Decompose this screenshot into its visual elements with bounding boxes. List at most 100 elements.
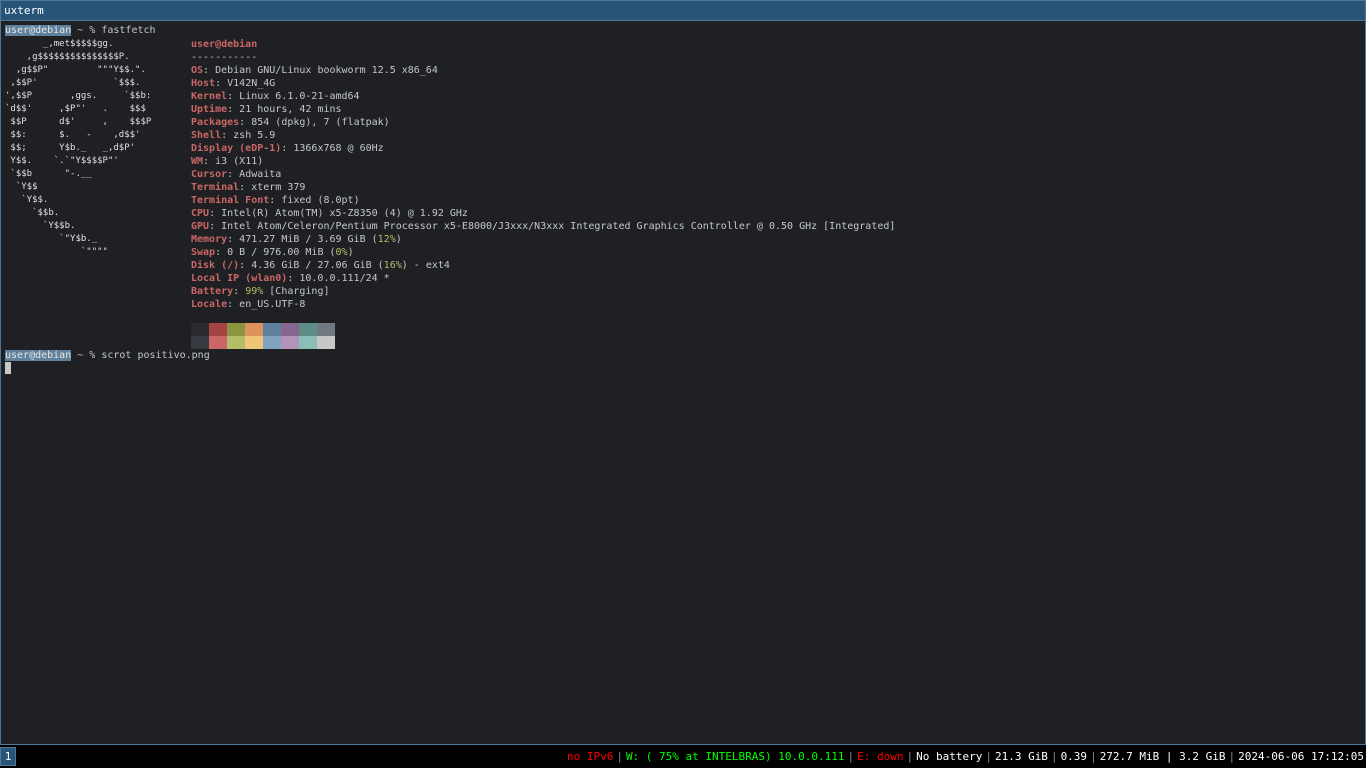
fastfetch-row: Host: V142N_4G <box>191 78 276 89</box>
status-blocks: no IPv6 | W: ( 75% at INTELBRAS) 10.0.0.11… <box>567 745 1364 768</box>
fastfetch-value: i3 (X11) <box>215 156 264 167</box>
fastfetch-row: OS: Debian GNU/Linux bookworm 12.5 x86_6… <box>191 65 438 76</box>
fastfetch-row: Kernel: Linux 6.1.0-21-amd64 <box>191 91 360 102</box>
workspace-button[interactable]: 1 <box>0 747 16 766</box>
prompt-line-1: user@debian ~ % fastfetch <box>5 24 156 37</box>
status-block: No battery <box>916 750 983 763</box>
command-text: fastfetch <box>101 25 156 36</box>
palette-swatch <box>191 323 209 336</box>
status-separator: | <box>1090 750 1097 763</box>
fastfetch-key: Cursor <box>191 169 228 180</box>
status-separator: | <box>1228 750 1236 763</box>
palette-swatch <box>263 323 281 336</box>
status-block: E: down <box>857 750 904 763</box>
palette-row-bright <box>191 336 335 349</box>
fastfetch-value: ) - ext4 <box>401 260 450 271</box>
fastfetch-value: [Charging] <box>263 286 330 297</box>
fastfetch-key: OS <box>191 65 204 76</box>
fastfetch-key: Disk (/) <box>191 260 240 271</box>
fastfetch-value-percent: 16% <box>383 260 402 271</box>
fastfetch-row: Memory: 471.27 MiB / 3.69 GiB (12%) <box>191 234 402 245</box>
fastfetch-row: Swap: 0 B / 976.00 MiB (0%) <box>191 247 354 258</box>
palette-swatch <box>281 336 299 349</box>
fastfetch-value: V142N_4G <box>227 78 276 89</box>
palette-swatch <box>227 336 245 349</box>
palette-swatch <box>299 323 317 336</box>
status-block: 0.39 <box>1060 750 1088 763</box>
fastfetch-row: CPU: Intel(R) Atom(TM) x5-Z8350 (4) @ 1.… <box>191 208 468 219</box>
terminal-cursor <box>5 362 11 374</box>
fastfetch-row: Terminal Font: fixed (8.0pt) <box>191 195 360 206</box>
status-block: W: ( 75% at INTELBRAS) 10.0.0.111 <box>625 750 845 763</box>
terminal-window[interactable]: uxterm user@debian ~ % fastfetch _,met$$… <box>0 0 1366 745</box>
fastfetch-value: en_US.UTF-8 <box>239 299 306 310</box>
fastfetch-row: Local IP (wlan0): 10.0.0.111/24 * <box>191 273 390 284</box>
debian-ascii-logo: _,met$$$$$gg. ,g$$$$$$$$$$$$$$$P. ,g$$P"… <box>5 39 152 257</box>
fastfetch-row: Shell: zsh 5.9 <box>191 130 276 141</box>
status-block: 21.3 GiB <box>994 750 1048 763</box>
palette-swatch <box>245 336 263 349</box>
status-separator: | <box>985 750 992 763</box>
status-block: no IPv6 <box>566 750 614 763</box>
palette-swatch <box>281 323 299 336</box>
status-block: 2024-06-06 17:12:05 <box>1238 750 1364 763</box>
color-palette <box>191 323 335 349</box>
palette-swatch <box>263 336 281 349</box>
fastfetch-key: Swap <box>191 247 216 258</box>
fastfetch-key: Battery <box>191 286 234 297</box>
fastfetch-key: Local IP (wlan0) <box>191 273 288 284</box>
terminal-content[interactable]: user@debian ~ % fastfetch _,met$$$$$gg. … <box>5 22 1365 744</box>
fastfetch-row: Terminal: xterm 379 <box>191 182 306 193</box>
prompt-line-2: user@debian ~ % scrot positivo.png <box>5 349 210 362</box>
fastfetch-key: Host <box>191 78 216 89</box>
status-separator: | <box>847 750 855 763</box>
command-text: scrot positivo.png <box>101 350 210 361</box>
fastfetch-row: GPU: Intel Atom/Celeron/Pentium Processo… <box>191 221 896 232</box>
window-title: uxterm <box>4 4 44 17</box>
fastfetch-value: 471.27 MiB / 3.69 GiB ( <box>239 234 378 245</box>
fastfetch-value-percent: 99% <box>245 286 264 297</box>
fastfetch-key: Terminal <box>191 182 240 193</box>
fastfetch-key: Packages <box>191 117 240 128</box>
prompt-user: user@debian <box>5 350 72 361</box>
palette-swatch <box>227 323 245 336</box>
fastfetch-value: 1366x768 @ 60Hz <box>293 143 384 154</box>
fastfetch-value: Intel(R) Atom(TM) x5-Z8350 (4) @ 1.92 GH… <box>221 208 468 219</box>
fastfetch-value: 0 B / 976.00 MiB ( <box>227 247 336 258</box>
fastfetch-value: 4.36 GiB / 27.06 GiB ( <box>251 260 384 271</box>
status-block: 272.7 MiB | 3.2 GiB <box>1099 750 1226 763</box>
fastfetch-key: Memory <box>191 234 228 245</box>
status-separator: | <box>1050 750 1058 763</box>
fastfetch-value: xterm 379 <box>251 182 306 193</box>
palette-swatch <box>245 323 263 336</box>
fastfetch-key: Locale <box>191 299 228 310</box>
palette-swatch <box>209 323 227 336</box>
fastfetch-key: Kernel <box>191 91 228 102</box>
fastfetch-value: 854 (dpkg), 7 (flatpak) <box>251 117 390 128</box>
fastfetch-row: Locale: en_US.UTF-8 <box>191 299 306 310</box>
fastfetch-header: user@debian <box>191 39 258 50</box>
window-titlebar[interactable]: uxterm <box>1 1 1365 21</box>
fastfetch-value: 21 hours, 42 mins <box>239 104 342 115</box>
status-separator: | <box>616 750 623 763</box>
prompt-rest: ~ % <box>71 25 102 36</box>
fastfetch-separator: ----------- <box>191 52 258 63</box>
fastfetch-row: Disk (/): 4.36 GiB / 27.06 GiB (16%) - e… <box>191 260 450 271</box>
prompt-rest: ~ % <box>71 350 102 361</box>
fastfetch-value: 10.0.0.111/24 * <box>299 273 390 284</box>
fastfetch-value: fixed (8.0pt) <box>281 195 360 206</box>
palette-swatch <box>209 336 227 349</box>
fastfetch-key: GPU <box>191 221 210 232</box>
palette-row-normal <box>191 323 335 336</box>
fastfetch-row: Battery: 99% [Charging] <box>191 286 330 297</box>
status-separator: | <box>906 750 914 763</box>
fastfetch-key: Uptime <box>191 104 228 115</box>
fastfetch-key: Terminal Font <box>191 195 270 206</box>
i3-status-bar: 1 no IPv6 | W: ( 75% at INTELBRAS) 10.0.0.… <box>0 745 1366 768</box>
fastfetch-value: ) <box>395 234 402 245</box>
fastfetch-value: Intel Atom/Celeron/Pentium Processor x5-… <box>221 221 896 232</box>
fastfetch-row: Cursor: Adwaita <box>191 169 282 180</box>
fastfetch-key: CPU <box>191 208 210 219</box>
fastfetch-row: WM: i3 (X11) <box>191 156 264 167</box>
fastfetch-value: zsh 5.9 <box>233 130 276 141</box>
